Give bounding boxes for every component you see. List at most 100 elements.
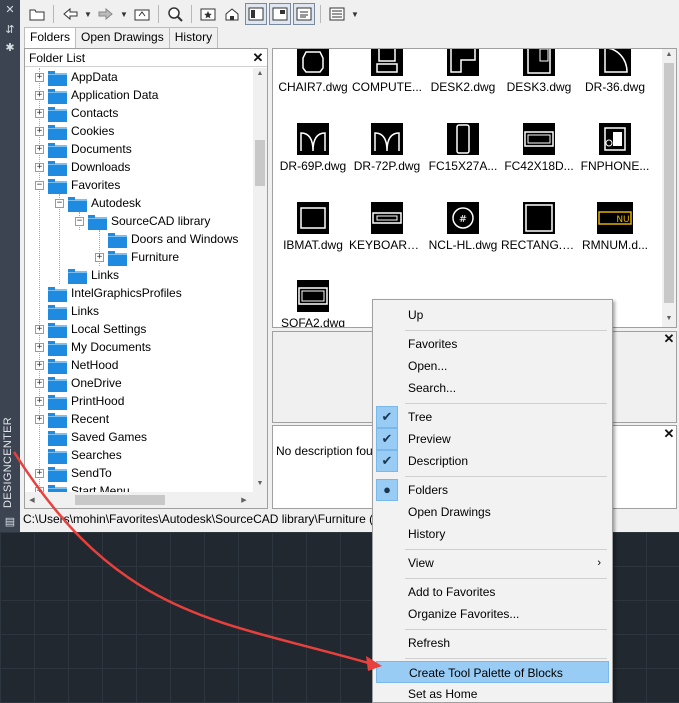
- views-dropdown-icon[interactable]: ▼: [350, 10, 360, 19]
- block-item[interactable]: DR-72P.dwg: [349, 123, 425, 197]
- tab-folders[interactable]: Folders: [24, 27, 77, 49]
- tree-item[interactable]: Searches: [48, 446, 122, 464]
- expand-icon[interactable]: +: [35, 414, 44, 424]
- tab-open-drawings[interactable]: Open Drawings: [75, 27, 170, 48]
- menu-item-refresh[interactable]: Refresh: [376, 632, 609, 654]
- block-item[interactable]: COMPUTE...: [349, 49, 425, 118]
- forward-button[interactable]: [95, 3, 117, 25]
- menu-item-open-drawings[interactable]: Open Drawings: [376, 501, 609, 523]
- tab-history[interactable]: History: [168, 27, 219, 48]
- load-button[interactable]: [26, 3, 48, 25]
- expand-icon[interactable]: +: [95, 252, 104, 262]
- expand-icon[interactable]: +: [35, 144, 44, 154]
- expand-icon[interactable]: +: [35, 378, 44, 388]
- tree-item[interactable]: + AppData: [35, 68, 118, 86]
- block-item[interactable]: CHAIR7.dwg: [275, 49, 351, 118]
- tree-item[interactable]: − Autodesk: [55, 194, 141, 212]
- tree-item[interactable]: Doors and Windows: [108, 230, 238, 248]
- block-item[interactable]: SOFA2.dwg: [275, 280, 351, 327]
- tree-item[interactable]: − Favorites: [35, 176, 120, 194]
- tree-item[interactable]: + PrintHood: [35, 392, 124, 410]
- tree-item[interactable]: + Recent: [35, 410, 109, 428]
- scroll-left-icon[interactable]: ◀: [27, 496, 37, 504]
- scroll-thumb[interactable]: [255, 140, 265, 186]
- block-item[interactable]: DESK3.dwg: [501, 49, 577, 118]
- tree-item[interactable]: + Start Menu: [35, 482, 130, 492]
- menu-item-view[interactable]: View ›: [376, 552, 609, 574]
- menu-item-folders[interactable]: Folders: [376, 479, 609, 501]
- menu-item-add-to-favorites[interactable]: Add to Favorites: [376, 581, 609, 603]
- folder-tree-vscrollbar[interactable]: ▲ ▼: [253, 68, 267, 492]
- preview-close-icon[interactable]: ✕: [662, 332, 676, 346]
- menu-item-organize-favorites[interactable]: Organize Favorites...: [376, 603, 609, 625]
- tree-item[interactable]: + Application Data: [35, 86, 158, 104]
- tree-item[interactable]: Saved Games: [48, 428, 147, 446]
- expand-icon[interactable]: +: [35, 468, 44, 478]
- favorites-button[interactable]: [197, 3, 219, 25]
- collapse-icon[interactable]: ⇵: [4, 24, 16, 36]
- tree-item[interactable]: + My Documents: [35, 338, 151, 356]
- scroll-thumb[interactable]: [664, 63, 674, 303]
- folder-list-close-icon[interactable]: ✕: [251, 51, 265, 65]
- scroll-thumb[interactable]: [75, 495, 165, 505]
- collapse-icon[interactable]: −: [55, 198, 64, 208]
- block-item[interactable]: NU RMNUM.d...: [577, 202, 653, 276]
- properties-icon[interactable]: ▤: [4, 516, 16, 528]
- menu-item-preview[interactable]: Preview: [376, 428, 609, 450]
- expand-icon[interactable]: +: [35, 72, 44, 82]
- tree-item[interactable]: Links: [68, 266, 119, 284]
- tree-item[interactable]: − SourceCAD library: [75, 212, 210, 230]
- block-item[interactable]: FC15X27A...: [425, 123, 501, 197]
- back-button[interactable]: [59, 3, 81, 25]
- scroll-down-icon[interactable]: ▼: [253, 480, 267, 487]
- views-button[interactable]: [326, 3, 348, 25]
- folder-tree-hscrollbar[interactable]: ◀ ▶: [25, 492, 267, 508]
- description-close-icon[interactable]: ✕: [662, 427, 676, 441]
- menu-item-open[interactable]: Open...: [376, 355, 609, 377]
- block-item[interactable]: IBMAT.dwg: [275, 202, 351, 276]
- block-item[interactable]: DR-69P.dwg: [275, 123, 351, 197]
- tree-item[interactable]: + Downloads: [35, 158, 130, 176]
- collapse-icon[interactable]: −: [75, 216, 84, 226]
- back-dropdown-icon[interactable]: ▼: [83, 10, 93, 19]
- close-icon[interactable]: ✕: [4, 4, 16, 16]
- description-toggle[interactable]: [293, 3, 315, 25]
- block-item[interactable]: KEYBOARD...: [349, 202, 425, 276]
- scroll-down-icon[interactable]: ▼: [662, 315, 676, 322]
- menu-item-tree[interactable]: Tree: [376, 406, 609, 428]
- settings-icon[interactable]: ✱: [4, 42, 16, 54]
- tree-item[interactable]: + OneDrive: [35, 374, 122, 392]
- scroll-up-icon[interactable]: ▲: [253, 70, 267, 77]
- block-item[interactable]: DESK2.dwg: [425, 49, 501, 118]
- block-item[interactable]: FNPHONE...: [577, 123, 653, 197]
- tree-item[interactable]: IntelGraphicsProfiles: [48, 284, 182, 302]
- block-item[interactable]: RECTANG.d...: [501, 202, 577, 276]
- tree-item[interactable]: + Local Settings: [35, 320, 146, 338]
- menu-item-favorites[interactable]: Favorites: [376, 333, 609, 355]
- menu-item-create-tool-palette[interactable]: Create Tool Palette of Blocks: [376, 661, 609, 683]
- tree-item-selected[interactable]: + Furniture: [95, 248, 179, 266]
- tree-item[interactable]: + Cookies: [35, 122, 114, 140]
- collapse-icon[interactable]: −: [35, 180, 44, 190]
- expand-icon[interactable]: +: [35, 324, 44, 334]
- tree-item[interactable]: + Documents: [35, 140, 132, 158]
- forward-dropdown-icon[interactable]: ▼: [119, 10, 129, 19]
- up-button[interactable]: [131, 3, 153, 25]
- tree-item[interactable]: + Contacts: [35, 104, 118, 122]
- scroll-up-icon[interactable]: ▲: [662, 51, 676, 58]
- tree-item[interactable]: + SendTo: [35, 464, 112, 482]
- expand-icon[interactable]: +: [35, 108, 44, 118]
- menu-item-up[interactable]: Up: [376, 304, 609, 326]
- tree-item[interactable]: Links: [48, 302, 99, 320]
- tree-view-toggle[interactable]: [245, 3, 267, 25]
- block-item[interactable]: # NCL-HL.dwg: [425, 202, 501, 276]
- scroll-right-icon[interactable]: ▶: [239, 496, 249, 504]
- expand-icon[interactable]: +: [35, 90, 44, 100]
- expand-icon[interactable]: +: [35, 360, 44, 370]
- menu-item-search[interactable]: Search...: [376, 377, 609, 399]
- expand-icon[interactable]: +: [35, 162, 44, 172]
- menu-item-description[interactable]: Description: [376, 450, 609, 472]
- palette-title-strip[interactable]: ✕ ⇵ ✱ DESIGNCENTER ▤: [0, 0, 20, 532]
- block-item[interactable]: FC42X18D...: [501, 123, 577, 197]
- tree-item[interactable]: + NetHood: [35, 356, 118, 374]
